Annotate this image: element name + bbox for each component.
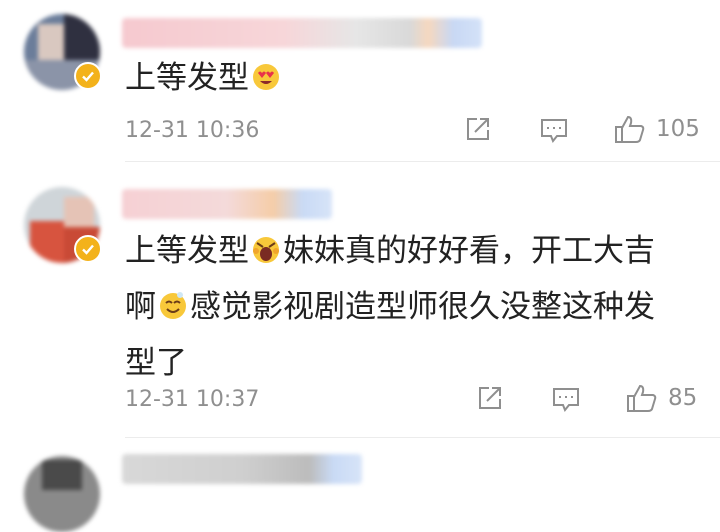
username-blurred[interactable] [122,18,482,48]
comment-text: 上等发型 [125,52,695,108]
timestamp: 12-31 10:37 [125,387,260,412]
avatar[interactable] [24,456,100,532]
timestamp: 12-31 10:36 [125,118,260,143]
username-blurred[interactable] [122,189,332,219]
comment-button[interactable] [540,118,568,144]
share-button[interactable] [477,385,503,411]
comment-icon [541,119,567,143]
username-blurred[interactable] [122,454,362,484]
heart-eyes-emoji-icon [251,56,281,108]
comment-icon [553,388,579,412]
divider [125,161,720,162]
share-icon [479,387,501,409]
like-button[interactable]: 85 [626,382,697,414]
verified-badge-icon [74,235,102,263]
like-icon [615,115,645,143]
like-count: 85 [668,385,698,411]
like-icon [627,384,657,412]
like-button[interactable]: 105 [614,113,700,145]
share-icon [467,118,489,140]
like-count: 105 [656,116,700,142]
verified-badge-icon [74,62,102,90]
smile-emoji-icon [158,285,188,337]
comment-2: 上等发型 妹妹真的好好看，开工大吉 啊 感觉影视剧造型师很久没整这种发 型了 1… [0,163,720,438]
share-button[interactable] [465,116,491,142]
comment-text: 上等发型 妹妹真的好好看，开工大吉 啊 感觉影视剧造型师很久没整这种发 型了 [125,225,695,389]
screaming-emoji-icon [251,229,281,281]
comment-3 [0,438,720,532]
comment-1: 上等发型 12-31 10:36 105 [0,0,720,162]
comment-button[interactable] [552,387,580,413]
